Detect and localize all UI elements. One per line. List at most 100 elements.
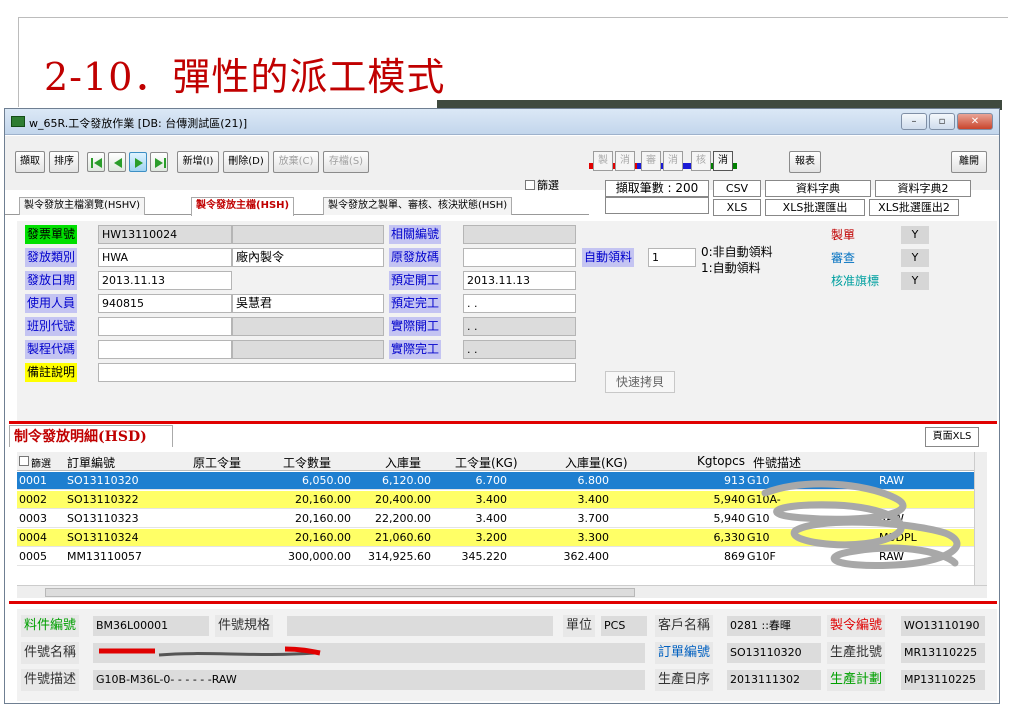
last-record-button[interactable] bbox=[150, 152, 168, 172]
quick-copy-button[interactable]: 快速拷貝 bbox=[605, 371, 675, 393]
type-field[interactable]: HWA bbox=[98, 248, 232, 267]
order-field[interactable]: SO13110320 bbox=[727, 643, 821, 663]
spec-field[interactable] bbox=[287, 616, 553, 636]
lot-label: 生產批號 bbox=[827, 642, 886, 664]
save-button[interactable]: 存檔(S) bbox=[323, 151, 369, 173]
part-name-field[interactable] bbox=[93, 643, 645, 663]
doc-no-extra bbox=[232, 225, 384, 244]
table-row[interactable]: 0004 SO13110324 20,160.00 21,060.60 3.200 3.3… bbox=[17, 529, 975, 547]
app-icon bbox=[11, 116, 25, 127]
col-order[interactable]: 訂單編號 bbox=[67, 454, 115, 471]
xls-button[interactable]: XLS bbox=[713, 199, 761, 216]
fetch-button[interactable]: 擷取 bbox=[15, 151, 45, 173]
field-label-user: 使用人員 bbox=[25, 294, 78, 313]
type-name: 廠內製令 bbox=[232, 248, 384, 267]
maximize-button[interactable]: ▫ bbox=[929, 113, 955, 130]
doc-no-field[interactable]: HW13110024 bbox=[98, 225, 232, 244]
part-desc-field[interactable]: G10B-M36L-0- - - - - -RAW bbox=[93, 670, 645, 690]
auto-issue-field[interactable]: 1 bbox=[648, 248, 696, 267]
leave-button[interactable]: 離開 bbox=[951, 151, 987, 173]
approve-cancel-button[interactable]: 消 bbox=[713, 151, 733, 171]
field-label-actual-start: 實際開工 bbox=[389, 317, 442, 336]
lot-field[interactable]: MR13110225 bbox=[901, 643, 985, 663]
col-kg[interactable]: 工令量(KG) bbox=[455, 454, 518, 471]
plan-field[interactable]: MP13110225 bbox=[901, 670, 985, 690]
horizontal-scroll-thumb[interactable] bbox=[45, 588, 635, 597]
date-field[interactable]: 2013.11.13 bbox=[98, 271, 232, 290]
customer-field[interactable]: 0281 ::春暉 bbox=[727, 616, 821, 636]
new-button[interactable]: 新增(I) bbox=[177, 151, 219, 173]
remark-field[interactable] bbox=[98, 363, 576, 382]
count-spacer bbox=[605, 197, 709, 214]
row-order: SO13110324 bbox=[67, 531, 139, 544]
report-button[interactable]: 報表 bbox=[789, 151, 821, 173]
make-cancel-button[interactable]: 消 bbox=[615, 151, 635, 171]
col-in[interactable]: 入庫量 bbox=[385, 454, 421, 471]
col-kgtopcs[interactable]: Kgtopcs bbox=[697, 454, 745, 468]
user-name: 吳慧君 bbox=[232, 294, 384, 313]
page-xls-button[interactable]: 頁面XLS bbox=[925, 427, 979, 447]
row-in: 6,120.00 bbox=[382, 474, 431, 487]
delete-button[interactable]: 刪除(D) bbox=[223, 151, 269, 173]
field-label-date: 發放日期 bbox=[25, 271, 78, 290]
auto-issue-label: 自動領料 bbox=[582, 248, 635, 267]
related-field[interactable] bbox=[463, 225, 576, 244]
table-row[interactable]: 0001 SO13110320 6,050.00 6,120.00 6.700 6.800… bbox=[17, 472, 975, 490]
plan-start-field[interactable]: 2013.11.13 bbox=[463, 271, 576, 290]
csv-button[interactable]: CSV bbox=[713, 180, 761, 197]
unit-field[interactable]: PCS bbox=[601, 616, 647, 636]
row-desc: G10F bbox=[747, 550, 776, 563]
row-no: 0004 bbox=[19, 531, 47, 544]
orig-code-field[interactable] bbox=[463, 248, 576, 267]
minimize-button[interactable]: – bbox=[901, 113, 927, 130]
tab-hsh-status[interactable]: 製令發放之製單、審核、核決狀態(HSH) bbox=[323, 197, 513, 215]
row-in: 314,925.60 bbox=[368, 550, 431, 563]
customer-label: 客戶名稱 bbox=[655, 615, 714, 637]
sort-button[interactable]: 排序 bbox=[49, 151, 79, 173]
review-button[interactable]: 審 bbox=[641, 151, 661, 171]
review-cancel-button[interactable]: 消 bbox=[663, 151, 683, 171]
filter-checkbox[interactable] bbox=[525, 180, 535, 190]
tab-hsh[interactable]: 製令發放主檔(HSH) bbox=[191, 197, 295, 216]
horizontal-scrollbar[interactable] bbox=[17, 585, 987, 598]
col-orig-qty[interactable]: 原工令量 bbox=[193, 454, 241, 471]
shift-field[interactable] bbox=[98, 317, 232, 336]
approve-button[interactable]: 核 bbox=[691, 151, 711, 171]
data-dict-button[interactable]: 資料字典 bbox=[765, 180, 871, 197]
table-row[interactable]: 0003 SO13110323 20,160.00 22,200.00 3.400 3.7… bbox=[17, 510, 975, 528]
field-label-plan-end: 預定完工 bbox=[389, 294, 442, 313]
row-desc: G10 bbox=[747, 531, 770, 544]
actual-start-field[interactable]: . . bbox=[463, 317, 576, 336]
actual-end-field[interactable]: . . bbox=[463, 340, 576, 359]
close-button[interactable]: ✕ bbox=[957, 113, 993, 130]
plan-end-field[interactable]: . . bbox=[463, 294, 576, 313]
row-qty: 20,160.00 bbox=[295, 512, 351, 525]
table-row[interactable]: 0002 SO13110322 20,160.00 20,400.00 3.400 3.4… bbox=[17, 491, 975, 509]
make-button[interactable]: 製 bbox=[593, 151, 613, 171]
mo-field[interactable]: WO13110190 bbox=[901, 616, 985, 636]
abandon-button[interactable]: 放棄(C) bbox=[273, 151, 319, 173]
col-desc[interactable]: 件號描述 bbox=[753, 454, 801, 471]
next-record-button[interactable] bbox=[129, 152, 147, 172]
row-desc: G10A- bbox=[747, 493, 781, 506]
tab-hshv[interactable]: 製令發放主檔瀏覽(HSHV) bbox=[19, 197, 146, 215]
part-no-field[interactable]: BM36L00001 bbox=[93, 616, 209, 636]
user-field[interactable]: 940815 bbox=[98, 294, 232, 313]
prev-record-button[interactable] bbox=[108, 152, 126, 172]
xls-batch-export2-button[interactable]: XLS批選匯出2 bbox=[869, 199, 959, 216]
process-field[interactable] bbox=[98, 340, 232, 359]
row-order: MM13110057 bbox=[67, 550, 142, 563]
next-icon bbox=[135, 158, 143, 168]
col-qty[interactable]: 工令數量 bbox=[283, 454, 331, 471]
select-all-checkbox[interactable] bbox=[19, 456, 29, 466]
data-dict2-button[interactable]: 資料字典2 bbox=[875, 180, 971, 197]
row-qty: 20,160.00 bbox=[295, 493, 351, 506]
xls-batch-export-button[interactable]: XLS批選匯出 bbox=[765, 199, 865, 216]
table-row[interactable]: 0005 MM13110057 300,000.00 314,925.60 345.22… bbox=[17, 548, 975, 566]
seq-field[interactable]: 2013111302 bbox=[727, 670, 821, 690]
slide-border-top bbox=[18, 17, 1008, 18]
first-record-button[interactable] bbox=[87, 152, 105, 172]
col-in-kg[interactable]: 入庫量(KG) bbox=[565, 454, 628, 471]
window-title: w_65R.工令發放作業 [DB: 台傳測試區(21)] bbox=[29, 117, 248, 130]
vertical-scrollbar[interactable] bbox=[974, 452, 987, 585]
